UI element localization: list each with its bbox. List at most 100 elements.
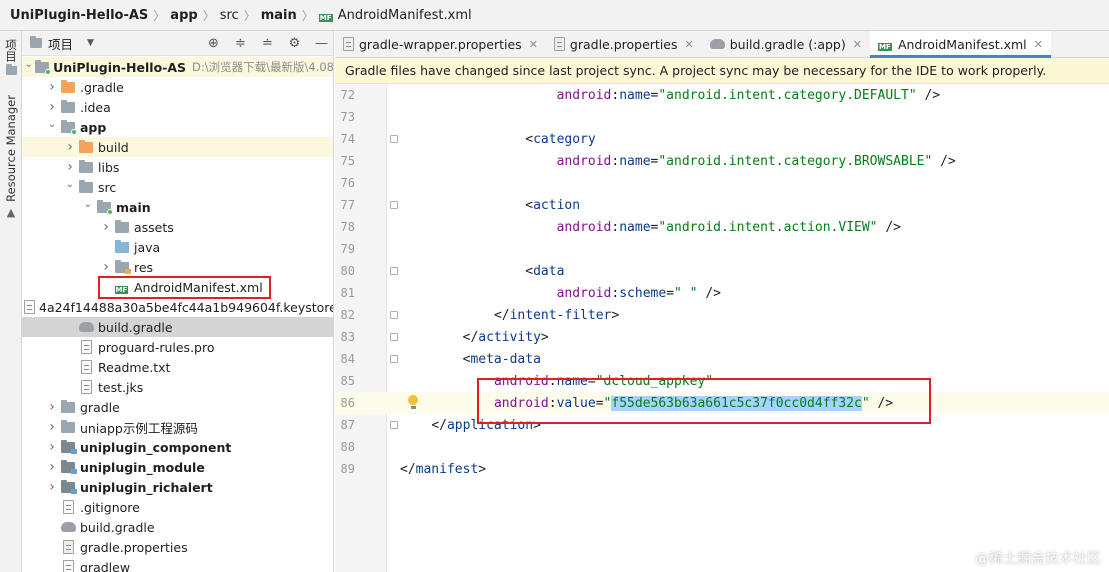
- chevron-right-icon[interactable]: ›: [46, 419, 58, 435]
- code-text: android:scheme=" " />: [557, 286, 721, 301]
- tree-item[interactable]: gradlew: [22, 557, 333, 572]
- tree-item[interactable]: › libs: [22, 157, 333, 177]
- tree-item-path: D:\浏览器下载\最新版\4.08: [192, 60, 334, 74]
- code-text: </manifest>: [400, 462, 486, 477]
- tree-item[interactable]: › .gradle: [22, 77, 333, 97]
- code-token: name: [619, 153, 651, 169]
- code-editor[interactable]: 72 android:name="android.intent.category.…: [335, 84, 1109, 572]
- chevron-right-icon[interactable]: ›: [46, 399, 58, 415]
- tree-item[interactable]: ⌄ src: [22, 177, 333, 197]
- tree-item[interactable]: gradle.properties: [22, 537, 333, 557]
- chevron-down-icon[interactable]: ⌄: [82, 199, 94, 210]
- gradle-icon: [60, 520, 76, 534]
- chevron-down-icon[interactable]: ⌄: [64, 179, 76, 190]
- folder-gray-icon: [60, 99, 76, 114]
- tree-item[interactable]: › assets: [22, 217, 333, 237]
- editor-tab[interactable]: gradle-wrapper.properties ✕: [335, 31, 546, 57]
- chevron-right-icon[interactable]: ›: [46, 479, 58, 495]
- line-number: 76: [340, 176, 355, 190]
- properties-icon: [343, 37, 354, 51]
- tree-item[interactable]: › uniplugin_module: [22, 457, 333, 477]
- tree-item[interactable]: build.gradle: [22, 317, 333, 337]
- tree-item[interactable]: .gitignore: [22, 497, 333, 517]
- close-icon[interactable]: ✕: [853, 38, 862, 51]
- chevron-right-icon[interactable]: ›: [100, 259, 112, 275]
- fold-marker-icon[interactable]: [390, 421, 398, 429]
- editor-tab[interactable]: MF AndroidManifest.xml ✕: [869, 31, 1051, 58]
- breadcrumb-project[interactable]: UniPlugin-Hello-AS: [10, 8, 148, 23]
- tree-item[interactable]: › uniplugin_component: [22, 437, 333, 457]
- gear-icon[interactable]: ⚙: [287, 36, 302, 51]
- code-line: 81 android:scheme=" " />: [335, 282, 1109, 304]
- chevron-right-icon[interactable]: ›: [64, 159, 76, 175]
- tree-item-label: libs: [98, 159, 120, 175]
- chevron-down-icon[interactable]: ⌄: [46, 119, 58, 130]
- breadcrumb-main[interactable]: main: [261, 8, 297, 23]
- editor-tab[interactable]: build.gradle (:app) ✕: [702, 31, 870, 57]
- close-icon[interactable]: ✕: [529, 38, 538, 51]
- code-token: action: [533, 197, 581, 213]
- tree-item[interactable]: ⌄ UniPlugin-Hello-AS D:\浏览器下载\最新版\4.08: [22, 57, 334, 77]
- code-token: <: [525, 263, 534, 279]
- close-icon[interactable]: ✕: [685, 38, 694, 51]
- chevron-right-icon[interactable]: ›: [46, 79, 58, 95]
- chevron-right-icon[interactable]: ›: [46, 459, 58, 475]
- editor-tab[interactable]: gradle.properties ✕: [546, 31, 702, 57]
- breadcrumb-src[interactable]: src: [220, 8, 239, 23]
- tree-item[interactable]: › gradle: [22, 397, 333, 417]
- code-text: android:name="android.intent.action.VIEW…: [557, 220, 901, 235]
- tree-item[interactable]: ⌄ app: [22, 117, 333, 137]
- project-tool-button[interactable]: 项目: [2, 39, 20, 75]
- chevron-right-icon[interactable]: ›: [100, 219, 112, 235]
- tree-item[interactable]: › build: [22, 137, 333, 157]
- tree-item-label: gradle.properties: [80, 539, 188, 555]
- expand-all-icon[interactable]: ≑: [233, 36, 248, 51]
- tree-item[interactable]: › res: [22, 257, 333, 277]
- code-token: scheme: [619, 285, 667, 301]
- tree-item[interactable]: 4a24f14488a30a5be4fc44a1b949604f.keystor…: [22, 297, 333, 317]
- code-line: 78 android:name="android.intent.action.VI…: [335, 216, 1109, 238]
- tree-item-label: gradlew: [80, 559, 131, 572]
- code-token: android: [556, 87, 612, 103]
- collapse-all-icon[interactable]: ≐: [260, 36, 275, 51]
- lightbulb-icon[interactable]: [407, 395, 419, 411]
- code-line: 75 android:name="android.intent.category.…: [335, 150, 1109, 172]
- tree-item[interactable]: › .idea: [22, 97, 333, 117]
- tree-item[interactable]: test.jks: [22, 377, 333, 397]
- line-number: 82: [340, 308, 355, 322]
- fold-marker-icon[interactable]: [390, 333, 398, 341]
- tree-item[interactable]: › uniapp示例工程源码: [22, 417, 333, 437]
- chevron-right-icon[interactable]: ›: [46, 99, 58, 115]
- breadcrumb-file[interactable]: MF AndroidManifest.xml: [318, 8, 472, 23]
- folder-gray-icon: [78, 159, 94, 174]
- fold-marker-icon[interactable]: [390, 311, 398, 319]
- tree-item[interactable]: build.gradle: [22, 517, 333, 537]
- project-panel-header: 项目 ▼ ⊕ ≑ ≐ ⚙ —: [22, 31, 333, 56]
- breadcrumb-app[interactable]: app: [170, 8, 197, 23]
- code-token: name: [619, 219, 651, 235]
- tree-item[interactable]: › uniplugin_richalert: [22, 477, 333, 497]
- chevron-down-icon[interactable]: ▼: [87, 38, 94, 48]
- folder-gray-icon: [78, 179, 94, 194]
- tree-item[interactable]: ⌄ main: [22, 197, 333, 217]
- chevron-down-icon[interactable]: ⌄: [25, 59, 33, 70]
- fold-marker-icon[interactable]: [390, 135, 398, 143]
- tree-item[interactable]: java: [22, 237, 333, 257]
- fold-marker-icon[interactable]: [390, 355, 398, 363]
- locate-icon[interactable]: ⊕: [206, 36, 221, 51]
- file-icon: [24, 300, 35, 314]
- close-icon[interactable]: ✕: [1034, 38, 1043, 51]
- chevron-right-icon[interactable]: ›: [46, 439, 58, 455]
- fold-marker-icon[interactable]: [390, 201, 398, 209]
- minimize-icon[interactable]: —: [314, 36, 329, 51]
- module-folder-icon: [60, 119, 77, 135]
- tree-item[interactable]: Readme.txt: [22, 357, 333, 377]
- resource-manager-button[interactable]: Resource Manager ▲: [2, 95, 20, 219]
- tree-item[interactable]: proguard-rules.pro: [22, 337, 333, 357]
- breadcrumb-separator-icon: 〉: [243, 8, 256, 23]
- annotation-box-manifest-file: [98, 276, 271, 299]
- fold-marker-icon[interactable]: [390, 267, 398, 275]
- chevron-right-icon[interactable]: ›: [64, 139, 76, 155]
- project-view-icon: [30, 36, 42, 48]
- module-icon: [60, 459, 77, 474]
